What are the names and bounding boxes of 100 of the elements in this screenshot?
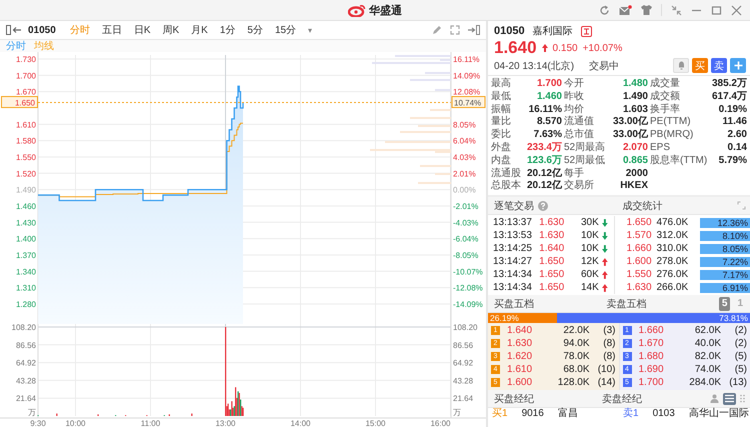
percent-axis-label: 2.01% — [453, 169, 476, 178]
order-count: (13) — [728, 377, 747, 388]
fullscreen-icon[interactable] — [737, 201, 746, 210]
trade-volume: 10K — [580, 230, 599, 242]
stock-code: 01050 — [494, 25, 525, 37]
stat-label: 昨收 — [564, 90, 585, 104]
period-tab[interactable]: 15分 — [268, 22, 302, 38]
mail-icon[interactable] — [619, 4, 632, 16]
stat-price: 1.550 — [626, 269, 653, 280]
stat-value: 617.4万 — [710, 90, 747, 104]
alert-button[interactable] — [673, 58, 689, 73]
stat-value: 8.570 — [536, 116, 562, 130]
sell-button[interactable]: 卖 — [711, 58, 727, 73]
period-tab[interactable]: 月K — [185, 22, 214, 38]
percent-axis-label: 6.04% — [453, 136, 476, 146]
broker-id: 0103 — [652, 408, 675, 420]
pencil-icon[interactable] — [432, 25, 442, 35]
volume-unit-label: 万 — [453, 408, 461, 417]
stat-value: 1.480 — [622, 78, 648, 91]
broker-rank: 买1 — [492, 408, 508, 420]
price-axis-label: 1.460 — [16, 202, 36, 211]
stat-value: 1.460 — [536, 90, 562, 104]
panel-toggle-icon[interactable] — [6, 25, 22, 35]
volume-axis-label: 43.28 — [453, 376, 474, 386]
order-count: (14) — [596, 377, 616, 388]
add-button[interactable] — [730, 58, 746, 73]
grid-icon[interactable] — [740, 394, 746, 404]
bid-share: 26.19% — [490, 313, 519, 324]
percent-axis-label: -4.03% — [453, 218, 478, 228]
section-title: 买盘五档 — [494, 298, 534, 311]
trade-time: 13:14:25 — [492, 243, 533, 254]
stat-value: 20.12亿 — [526, 168, 562, 180]
last-price: 1.640 — [494, 38, 537, 58]
stat-label: 振幅 — [491, 104, 512, 116]
broker-id: 9016 — [522, 408, 544, 420]
depth-level-tab[interactable]: 5 — [718, 296, 730, 311]
order-price: 1.640 — [507, 325, 534, 336]
fullscreen-icon[interactable] — [450, 25, 460, 35]
trade-time: 13:13:37 — [492, 217, 533, 228]
help-icon[interactable] — [538, 200, 548, 211]
stat-price: 1.660 — [626, 243, 653, 254]
list-view-button[interactable] — [723, 392, 736, 405]
plus-icon — [734, 61, 742, 70]
stat-value: 1.700 — [536, 78, 562, 91]
stat-value: 385.2万 — [710, 78, 747, 91]
time-axis-label: 11:00 — [140, 419, 160, 427]
stat-price: 1.600 — [626, 256, 653, 268]
order-count: (5) — [734, 351, 747, 362]
app-title: 华盛通 — [369, 4, 402, 18]
share-percent: 8.05% — [700, 244, 750, 254]
close-icon[interactable] — [731, 4, 742, 16]
period-tab[interactable]: 1分 — [214, 22, 242, 38]
percent-change: +10.07% — [582, 42, 622, 54]
period-tab[interactable]: 五日 — [96, 22, 128, 38]
stat-volume: 266.0K — [656, 282, 690, 294]
price-axis-label: 1.400 — [16, 234, 36, 244]
order-price: 1.630 — [507, 338, 534, 350]
section-title: 卖盘经纪 — [602, 392, 642, 406]
price-axis-label: 1.580 — [16, 136, 36, 146]
quote-time: 04-20 13:14(北京) — [494, 60, 574, 72]
time-axis-label: 9:30 — [30, 419, 46, 427]
order-price: 1.700 — [638, 377, 665, 388]
trade-price: 1.640 — [539, 243, 566, 254]
shrink-icon[interactable] — [671, 4, 682, 16]
trade-time: 13:14:34 — [492, 269, 533, 280]
price-axis-label: 1.520 — [16, 169, 36, 178]
share-percent: 7.22% — [700, 256, 750, 267]
volume-axis-label: 64.92 — [16, 358, 36, 368]
person-icon[interactable] — [710, 394, 719, 404]
order-price: 1.620 — [507, 351, 534, 362]
broker-name: 高华山一国际 — [688, 408, 749, 420]
stat-price: 1.650 — [626, 217, 653, 228]
current-price-tag: 1.650 — [1, 96, 38, 108]
order-count: (2) — [734, 338, 747, 350]
stat-volume: 310.0K — [656, 243, 690, 254]
volume-axis-label: 86.56 — [16, 340, 36, 350]
order-volume: 40.0K — [694, 338, 721, 350]
stat-value: 33.00亿 — [612, 116, 648, 128]
trade-volume: 14K — [580, 282, 599, 294]
exit-icon[interactable] — [468, 25, 480, 35]
stat-value: 20.12亿 — [526, 180, 562, 194]
shirt-icon[interactable] — [641, 5, 652, 15]
trade-volume: 30K — [580, 217, 599, 228]
order-count: (3) — [602, 325, 616, 336]
period-tab[interactable]: 5分 — [241, 22, 269, 38]
volume-axis-label: 86.56 — [453, 340, 474, 350]
ask-share: 73.81% — [719, 313, 748, 324]
period-tab[interactable]: 日K — [128, 22, 156, 38]
price-axis-label: 1.730 — [16, 55, 36, 64]
period-tab[interactable]: 周K — [156, 22, 186, 38]
refresh-icon[interactable] — [599, 4, 610, 16]
maximize-icon[interactable] — [711, 4, 722, 16]
trade-price: 1.630 — [539, 230, 566, 242]
percent-axis-label: 0.00% — [453, 186, 476, 195]
more-dropdown[interactable]: ▾ — [302, 22, 318, 38]
time-axis-label: 10:00 — [65, 419, 86, 427]
stat-value: 2.60 — [726, 129, 747, 142]
stat-label: 内盘 — [491, 154, 512, 168]
stat-label: 流通股 — [491, 168, 522, 180]
percent-axis-label: 8.05% — [453, 120, 476, 130]
